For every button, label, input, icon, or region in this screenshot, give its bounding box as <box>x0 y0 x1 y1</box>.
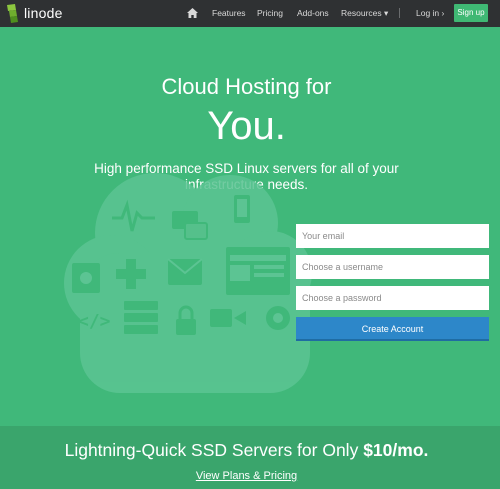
svg-text:</>: </> <box>78 311 111 332</box>
promo-title: Lightning-Quick SSD Servers for Only $10… <box>0 440 493 461</box>
nav-pricing[interactable]: Pricing <box>257 8 283 18</box>
view-plans-link[interactable]: View Plans & Pricing <box>0 470 493 482</box>
nav-divider <box>399 8 400 18</box>
signup-button[interactable]: Sign up <box>454 4 488 22</box>
nav-features[interactable]: Features <box>212 8 246 18</box>
hero-title-line1: Cloud Hosting for <box>161 74 332 99</box>
username-field[interactable] <box>296 255 489 279</box>
logo-text[interactable]: linode <box>24 5 63 21</box>
password-field[interactable] <box>296 286 489 310</box>
linode-logo-icon[interactable] <box>6 4 20 23</box>
top-navbar: linode Features Pricing Add-ons Resource… <box>0 0 500 27</box>
hero-title-line2: You. <box>207 104 286 148</box>
home-icon[interactable] <box>187 8 198 18</box>
create-account-button[interactable]: Create Account <box>296 317 489 341</box>
promo-price: $10/mo. <box>363 440 429 460</box>
nav-resources[interactable]: Resources ▾ <box>341 8 388 19</box>
cloud-illustration: </> <box>64 173 312 393</box>
promo-title-text: Lightning-Quick SSD Servers for Only <box>64 440 359 460</box>
email-field[interactable] <box>296 224 489 248</box>
nav-addons[interactable]: Add-ons <box>297 8 329 18</box>
nav-login[interactable]: Log in › <box>416 8 444 18</box>
